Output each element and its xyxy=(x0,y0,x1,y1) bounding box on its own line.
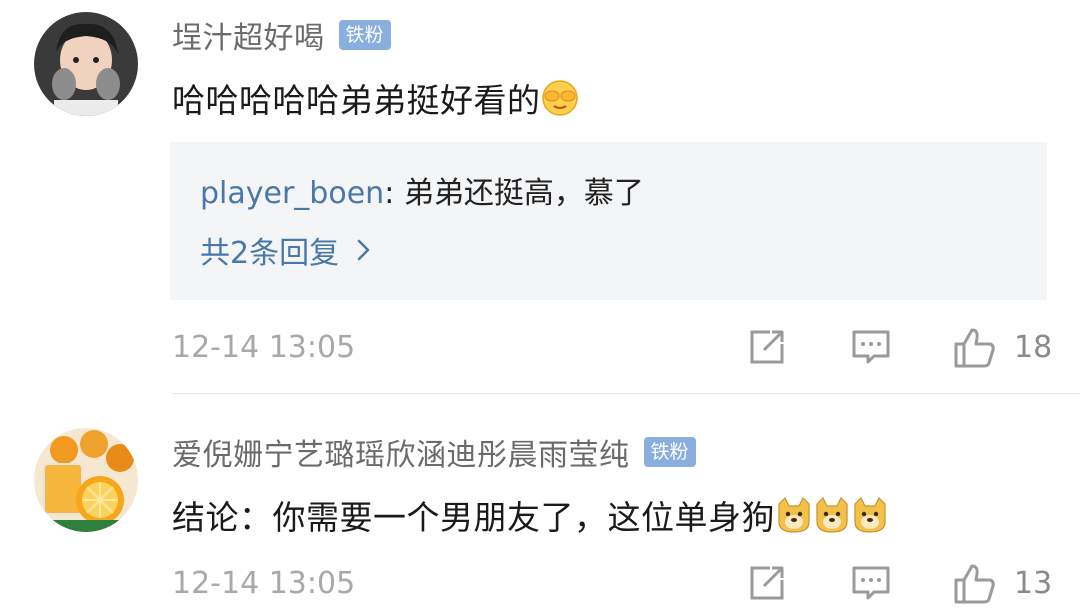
timestamp: 12-14 13:05 xyxy=(172,566,356,601)
username[interactable]: 埕汁超好喝 xyxy=(172,13,325,57)
like-count: 18 xyxy=(1014,330,1053,365)
reply-text: 弟弟还挺高，慕了 xyxy=(403,176,644,211)
avatar[interactable] xyxy=(34,428,138,532)
doge-emoji xyxy=(775,496,813,534)
comment-icon[interactable] xyxy=(850,562,892,608)
comment-meta: 12-14 13:05 13 xyxy=(0,560,1080,610)
comment-icon[interactable] xyxy=(850,326,892,372)
thumbs-up-icon[interactable] xyxy=(952,326,998,374)
reply-line: player_boen: 弟弟还挺高，慕了 xyxy=(200,176,644,211)
username-row: 埕汁超好喝 铁粉 xyxy=(172,13,391,57)
view-replies-link[interactable]: 共2条回复 xyxy=(200,228,371,272)
thumbs-up-icon[interactable] xyxy=(952,562,998,610)
fan-badge: 铁粉 xyxy=(338,20,391,50)
share-icon[interactable] xyxy=(746,562,788,608)
comment-meta: 12-14 13:05 18 xyxy=(0,324,1080,374)
chevron-right-icon xyxy=(357,239,371,261)
divider xyxy=(172,393,1080,394)
username-row: 爱倪姗宁艺璐瑶欣涵迪彤晨雨莹纯 铁粉 xyxy=(172,430,696,474)
timestamp: 12-14 13:05 xyxy=(172,330,356,365)
avatar[interactable] xyxy=(34,12,138,116)
reply-preview[interactable]: player_boen: 弟弟还挺高，慕了 共2条回复 xyxy=(170,142,1047,300)
reply-username[interactable]: player_boen xyxy=(200,176,384,211)
covering-eyes-face-emoji xyxy=(541,79,579,117)
doge-emoji xyxy=(813,496,851,534)
comment-text: 结论：你需要一个男朋友了，这位单身狗 xyxy=(172,491,889,539)
comment-text: 哈哈哈哈哈弟弟挺好看的 xyxy=(172,74,579,122)
doge-emoji xyxy=(851,496,889,534)
fan-badge: 铁粉 xyxy=(643,437,696,467)
share-icon[interactable] xyxy=(746,326,788,372)
like-count: 13 xyxy=(1014,566,1053,601)
username[interactable]: 爱倪姗宁艺璐瑶欣涵迪彤晨雨莹纯 xyxy=(172,430,630,474)
